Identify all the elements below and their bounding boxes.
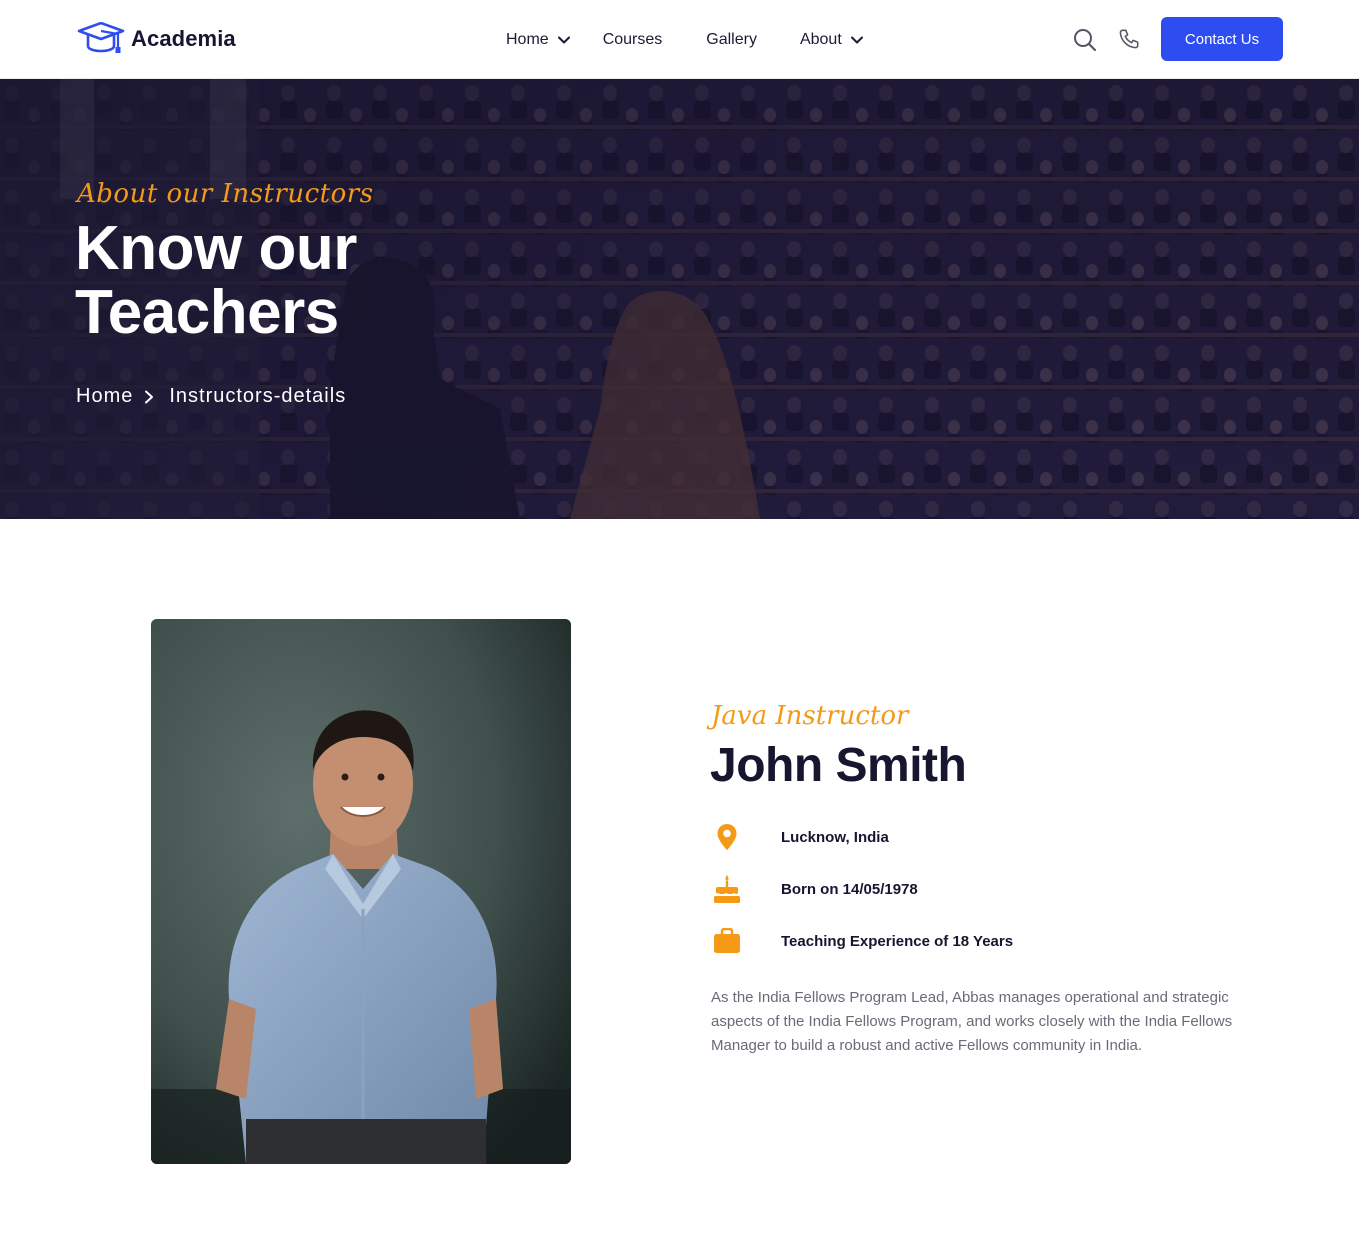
graduation-cap-icon xyxy=(77,22,125,53)
chevron-down-icon xyxy=(850,36,863,44)
contact-us-button[interactable]: Contact Us xyxy=(1161,17,1283,61)
fact-location: Lucknow, India xyxy=(711,820,1271,854)
search-icon[interactable] xyxy=(1073,28,1097,52)
logo-text: Academia xyxy=(131,26,236,51)
main-nav: Home Courses Gallery About xyxy=(506,29,863,51)
briefcase-icon xyxy=(711,925,743,957)
hero-eyebrow: About our Instructors xyxy=(77,179,374,209)
instructor-facts: Lucknow, India Born on 14/05/1978 Teachi… xyxy=(711,820,1271,976)
nav-item-about[interactable]: About xyxy=(800,29,863,51)
breadcrumb-home-link[interactable]: Home xyxy=(76,385,133,408)
nav-item-label: About xyxy=(799,31,842,48)
instructor-role: Java Instructor xyxy=(711,701,909,731)
nav-item-gallery[interactable]: Gallery xyxy=(706,29,757,51)
fact-text: Born on 14/05/1978 xyxy=(781,880,918,898)
phone-icon[interactable] xyxy=(1118,28,1140,50)
instructor-name: John Smith xyxy=(710,739,967,792)
fact-text: Lucknow, India xyxy=(781,828,889,846)
location-pin-icon xyxy=(711,821,743,853)
page-title: Know our Teachers xyxy=(75,214,357,347)
nav-item-label: Gallery xyxy=(706,31,757,48)
hero-banner: About our Instructors Know our Teachers … xyxy=(0,79,1359,519)
site-header: Academia Home Courses Gallery About Cont… xyxy=(0,0,1359,79)
instructor-photo xyxy=(151,619,571,1164)
chevron-right-icon xyxy=(145,390,154,403)
fact-experience: Teaching Experience of 18 Years xyxy=(711,924,1271,958)
nav-item-home[interactable]: Home xyxy=(506,29,570,51)
site-logo[interactable]: Academia xyxy=(77,22,236,56)
fact-text: Teaching Experience of 18 Years xyxy=(781,932,1014,950)
nav-item-label: Home xyxy=(506,31,549,48)
chevron-down-icon xyxy=(557,36,570,44)
instructor-bio: As the India Fellows Program Lead, Abbas… xyxy=(711,989,1233,1054)
birthday-cake-icon xyxy=(711,873,743,905)
breadcrumb: Home Instructors-details xyxy=(76,385,346,408)
nav-item-courses[interactable]: Courses xyxy=(603,29,663,51)
nav-item-label: Courses xyxy=(602,31,663,48)
breadcrumb-current: Instructors-details xyxy=(169,385,347,407)
fact-birthdate: Born on 14/05/1978 xyxy=(711,872,1271,906)
